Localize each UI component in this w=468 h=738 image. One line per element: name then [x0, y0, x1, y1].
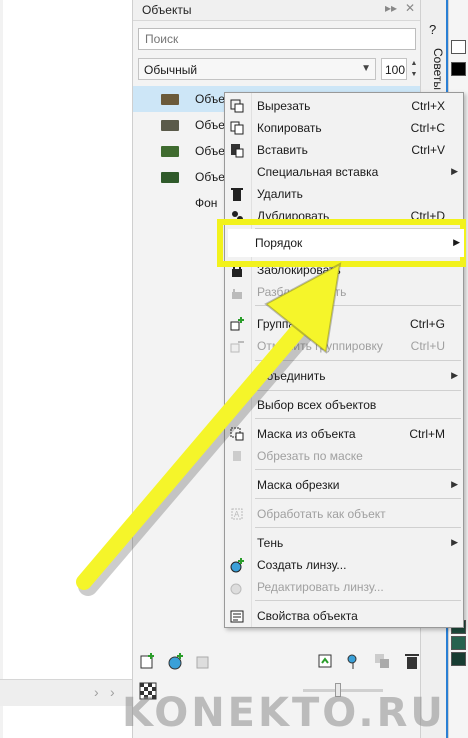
- annotation-arrow: [76, 262, 342, 596]
- arrow-shaft: [76, 320, 308, 590]
- watermark: KONEKTO.RU: [122, 690, 446, 736]
